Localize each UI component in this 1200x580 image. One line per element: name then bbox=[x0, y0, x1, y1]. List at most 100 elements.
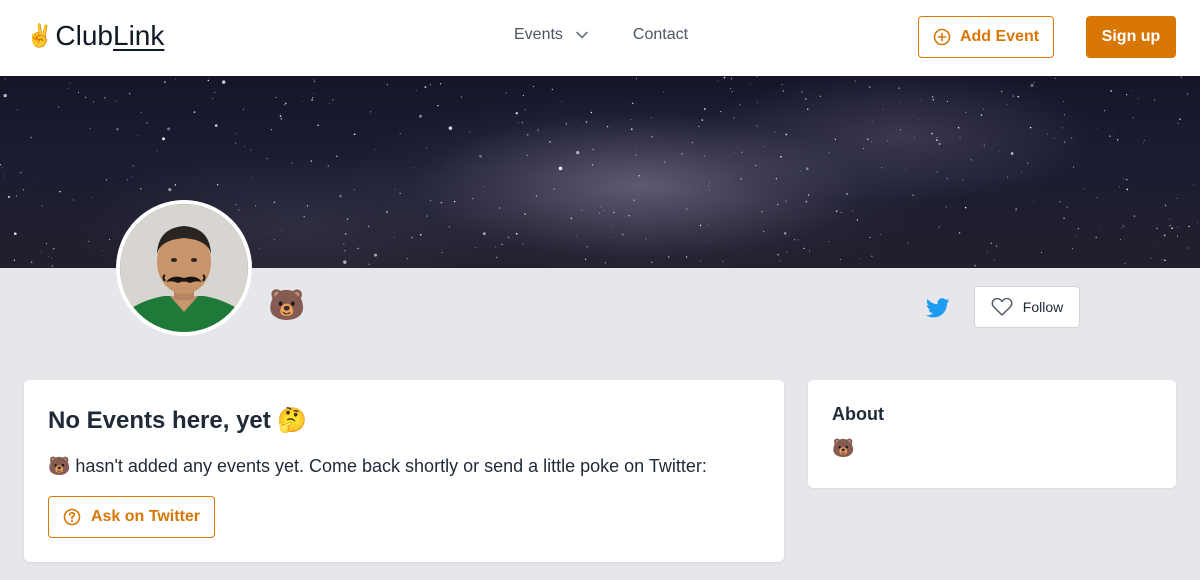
star-dot bbox=[709, 182, 710, 183]
star-dot bbox=[312, 97, 314, 99]
star-dot bbox=[871, 255, 873, 257]
star-dot bbox=[936, 171, 938, 173]
star-dot bbox=[685, 256, 688, 258]
star-dot bbox=[329, 103, 331, 105]
star-dot bbox=[0, 164, 1, 166]
star-dot bbox=[809, 250, 811, 252]
star-dot bbox=[1163, 234, 1166, 237]
star-dot bbox=[116, 128, 119, 131]
profile-name: 🐻 bbox=[268, 289, 306, 322]
star-dot bbox=[394, 189, 396, 190]
star-dot bbox=[146, 122, 148, 124]
star-dot bbox=[1015, 209, 1017, 212]
star-dot bbox=[886, 140, 888, 142]
star-dot bbox=[41, 205, 43, 207]
star-dot bbox=[959, 136, 961, 138]
star-dot bbox=[312, 78, 314, 80]
star-dot bbox=[1071, 247, 1074, 250]
star-dot bbox=[1193, 184, 1195, 186]
nav-contact-link[interactable]: Contact bbox=[633, 26, 688, 44]
star-dot bbox=[197, 177, 199, 178]
star-dot bbox=[374, 148, 376, 150]
star-dot bbox=[1119, 186, 1120, 188]
star-dot bbox=[701, 119, 704, 121]
star-dot bbox=[946, 177, 949, 180]
star-dot bbox=[1075, 235, 1077, 237]
star-dot bbox=[368, 225, 370, 228]
star-dot bbox=[584, 258, 587, 260]
star-dot bbox=[7, 195, 11, 199]
star-dot bbox=[13, 259, 16, 261]
star-dot bbox=[1021, 171, 1023, 172]
star-dot bbox=[636, 147, 637, 149]
star-dot bbox=[551, 88, 553, 91]
star-dot bbox=[105, 179, 108, 181]
star-dot bbox=[914, 136, 915, 138]
star-dot bbox=[1143, 142, 1145, 144]
nav-events-dropdown[interactable]: Events bbox=[514, 26, 589, 44]
star-dot bbox=[606, 126, 609, 128]
star-dot bbox=[709, 240, 711, 242]
star-dot bbox=[19, 171, 22, 174]
star-dot bbox=[1137, 98, 1139, 100]
ask-on-twitter-button[interactable]: Ask on Twitter bbox=[48, 496, 215, 538]
star-dot bbox=[102, 250, 103, 252]
star-dot bbox=[524, 109, 526, 111]
follow-button[interactable]: Follow bbox=[974, 286, 1080, 328]
star-dot bbox=[785, 133, 788, 136]
about-card: About 🐻 bbox=[808, 380, 1176, 488]
star-dot bbox=[515, 112, 518, 115]
star-dot bbox=[740, 177, 742, 180]
star-dot bbox=[611, 225, 613, 227]
star-dot bbox=[51, 265, 54, 268]
star-dot bbox=[681, 153, 683, 155]
star-dot bbox=[280, 118, 282, 120]
star-dot bbox=[419, 114, 422, 118]
star-dot bbox=[406, 258, 408, 260]
star-dot bbox=[577, 119, 579, 121]
star-dot bbox=[1164, 259, 1166, 262]
star-dot bbox=[1177, 226, 1179, 228]
star-dot bbox=[472, 197, 474, 200]
star-dot bbox=[1133, 215, 1136, 217]
star-dot bbox=[1007, 176, 1009, 178]
star-dot bbox=[777, 254, 779, 256]
star-dot bbox=[898, 87, 900, 89]
star-dot bbox=[313, 80, 316, 82]
star-dot bbox=[1100, 230, 1102, 231]
star-dot bbox=[932, 99, 934, 101]
star-dot bbox=[638, 175, 640, 177]
star-dot bbox=[1063, 141, 1066, 143]
no-events-heading: No Events here, yet 🤔 bbox=[48, 407, 308, 434]
star-dot bbox=[162, 137, 165, 141]
star-dot bbox=[30, 136, 33, 139]
star-dot bbox=[1113, 130, 1114, 132]
star-dot bbox=[283, 104, 286, 106]
star-dot bbox=[780, 155, 782, 158]
star-dot bbox=[840, 211, 842, 213]
star-dot bbox=[1176, 197, 1178, 199]
star-dot bbox=[899, 128, 902, 131]
add-event-button[interactable]: Add Event bbox=[918, 16, 1054, 58]
star-dot bbox=[755, 164, 757, 166]
star-dot bbox=[869, 236, 871, 239]
star-dot bbox=[448, 226, 451, 228]
star-dot bbox=[609, 237, 610, 238]
star-dot bbox=[1171, 227, 1173, 229]
star-dot bbox=[1132, 90, 1134, 91]
star-dot bbox=[846, 193, 848, 195]
star-dot bbox=[255, 205, 257, 207]
star-dot bbox=[1015, 208, 1017, 210]
star-dot bbox=[535, 195, 538, 197]
star-dot bbox=[730, 88, 731, 90]
star-dot bbox=[346, 218, 349, 220]
star-dot bbox=[244, 146, 246, 148]
sign-up-button[interactable]: Sign up bbox=[1086, 16, 1176, 58]
clublink-logo[interactable]: ✌️ Club Link bbox=[26, 20, 164, 52]
star-dot bbox=[938, 226, 940, 228]
star-dot bbox=[273, 201, 276, 204]
star-dot bbox=[1150, 257, 1152, 260]
star-dot bbox=[317, 124, 319, 126]
star-dot bbox=[426, 147, 428, 149]
twitter-icon[interactable] bbox=[926, 296, 950, 320]
